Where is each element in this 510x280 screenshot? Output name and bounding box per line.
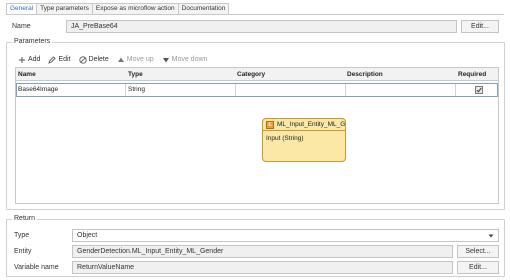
- pencil-icon: [48, 55, 57, 64]
- checkmark-icon: [476, 87, 482, 93]
- entity-title: ML_Input_Entity_ML_G...: [263, 119, 345, 131]
- cell-divider: [235, 84, 236, 96]
- entity-preview: ML_Input_Entity_ML_G... E Input (String): [262, 118, 346, 162]
- chevron-down-icon: [488, 234, 494, 238]
- delete-parameter-button[interactable]: Delete: [78, 55, 109, 64]
- tab-bar: General Type parameters Expose as microf…: [6, 3, 230, 14]
- cell-divider: [455, 84, 456, 96]
- tab-type-parameters[interactable]: Type parameters: [36, 3, 93, 14]
- entity-attribute: Input (String): [266, 135, 304, 142]
- edit-parameter-button[interactable]: Edit: [48, 55, 71, 64]
- cell-name: Base64Image: [18, 86, 59, 93]
- variable-name-field[interactable]: ReturnValueName: [72, 261, 453, 274]
- required-checkbox[interactable]: [475, 86, 483, 94]
- add-label: Add: [28, 56, 41, 63]
- tab-documentation[interactable]: Documentation: [177, 3, 230, 14]
- col-category-header[interactable]: Category: [237, 68, 265, 81]
- col-description-header[interactable]: Description: [347, 68, 383, 81]
- delete-icon: [78, 55, 87, 64]
- parameters-title: Parameters: [12, 38, 53, 46]
- name-label: Name: [12, 23, 31, 30]
- entity-icon: E: [266, 121, 274, 129]
- table-row[interactable]: Base64Image String: [16, 83, 498, 97]
- edit-label: Edit: [58, 56, 71, 63]
- add-parameter-button[interactable]: Add: [18, 56, 40, 64]
- cell-divider: [125, 84, 126, 96]
- return-title: Return: [12, 215, 38, 223]
- col-type-header[interactable]: Type: [128, 68, 143, 81]
- cell-divider: [345, 84, 346, 96]
- move-up-label: Move up: [126, 56, 154, 63]
- col-name-header[interactable]: Name: [18, 68, 36, 81]
- variable-name-label: Variable name: [14, 264, 59, 271]
- tab-divider: [6, 14, 504, 15]
- arrow-up-icon: [117, 57, 124, 62]
- arrow-down-icon: [162, 57, 169, 62]
- plus-icon: [19, 56, 25, 63]
- tab-expose-as-microflow-action[interactable]: Expose as microflow action: [91, 3, 179, 14]
- name-field[interactable]: JA_PreBase64: [66, 20, 457, 33]
- tab-general[interactable]: General: [6, 3, 38, 14]
- type-select-value: Object: [77, 232, 98, 239]
- variable-name-edit-button[interactable]: Edit...: [457, 261, 499, 274]
- cell-type: String: [128, 86, 145, 93]
- col-required-header[interactable]: Required: [458, 68, 486, 81]
- parameters-grid: Name Type Category Description Required …: [15, 67, 499, 204]
- parameters-toolbar: Add Edit Delete Move up Move down: [18, 55, 215, 64]
- entity-label: Entity: [14, 248, 32, 255]
- move-down-label: Move down: [171, 56, 208, 63]
- move-up-button[interactable]: Move up: [117, 56, 154, 64]
- grid-header: Name Type Category Description Required: [16, 68, 498, 81]
- select-entity-button[interactable]: Select...: [457, 245, 499, 258]
- delete-label: Delete: [88, 56, 109, 63]
- type-select[interactable]: Object: [72, 229, 499, 242]
- type-label: Type: [14, 232, 30, 239]
- name-edit-button[interactable]: Edit...: [461, 20, 499, 33]
- entity-field[interactable]: GenderDetection.ML_Input_Entity_ML_Gende…: [72, 245, 453, 258]
- move-down-button[interactable]: Move down: [162, 56, 208, 64]
